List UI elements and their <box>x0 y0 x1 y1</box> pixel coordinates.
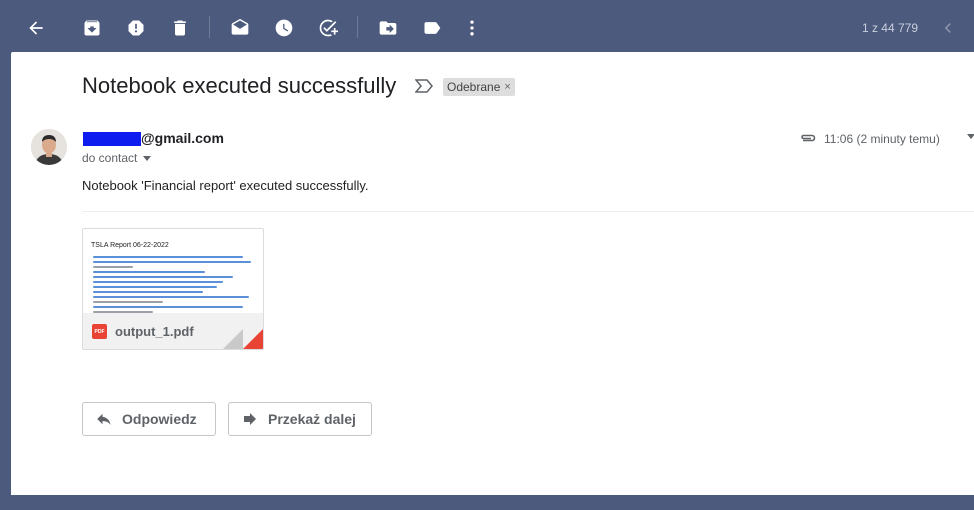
message-time: 11:06 (2 minuty temu) <box>824 132 940 146</box>
attachment-card[interactable]: TSLA Report 06-22-2022 PDF output_1.pdf <box>82 228 264 350</box>
toolbar-divider <box>209 16 210 38</box>
sender-avatar[interactable] <box>31 129 67 165</box>
reply-label: Odpowiedz <box>122 411 197 427</box>
recipient-line[interactable]: do contact <box>82 151 152 165</box>
preview-title: TSLA Report 06-22-2022 <box>91 242 169 249</box>
pagination-count: 1 z 44 779 <box>861 21 918 35</box>
message-view: Notebook executed successfully Odebrane … <box>11 52 974 495</box>
move-to-icon[interactable] <box>376 16 400 40</box>
page-fold-shadow <box>223 329 243 349</box>
attachment-filename: output_1.pdf <box>115 324 194 339</box>
sender-email[interactable]: @gmail.com <box>141 130 224 146</box>
attachment-preview: TSLA Report 06-22-2022 <box>83 229 263 313</box>
label-chip-text: Odebrane <box>447 80 501 94</box>
subject-title: Notebook executed successfully <box>82 73 397 98</box>
importance-marker-icon[interactable] <box>415 79 433 93</box>
reply-button[interactable]: Odpowiedz <box>82 402 216 436</box>
toolbar-divider <box>357 16 358 38</box>
message-more-icon[interactable] <box>967 134 974 139</box>
remove-label-button[interactable]: × <box>504 81 510 93</box>
attachment-footer: PDF output_1.pdf <box>83 313 263 349</box>
report-spam-icon[interactable] <box>124 16 148 40</box>
recipient-text: do contact <box>82 151 138 165</box>
newer-message-icon[interactable] <box>936 16 960 40</box>
label-chip-inbox: Odebrane × <box>443 78 515 96</box>
preview-lines <box>93 256 251 316</box>
forward-label: Przekaż dalej <box>268 411 356 427</box>
mark-unread-icon[interactable] <box>228 16 252 40</box>
page-fold-corner <box>243 329 263 349</box>
more-icon[interactable] <box>460 16 484 40</box>
forward-icon <box>244 413 256 425</box>
attachment-clip-icon <box>801 134 816 142</box>
pdf-icon: PDF <box>92 324 107 339</box>
attachment-divider <box>82 211 974 212</box>
labels-icon[interactable] <box>420 16 444 40</box>
message-toolbar: 1 z 44 779 <box>0 0 974 56</box>
archive-icon[interactable] <box>80 16 104 40</box>
sender-redaction <box>83 132 141 146</box>
reply-icon <box>97 413 111 425</box>
message-body: Notebook 'Financial report' executed suc… <box>82 178 369 193</box>
delete-icon[interactable] <box>168 16 192 40</box>
back-arrow-icon[interactable] <box>24 16 48 40</box>
add-to-tasks-icon[interactable] <box>316 16 340 40</box>
chevron-down-icon[interactable] <box>143 155 152 161</box>
snooze-icon[interactable] <box>272 16 296 40</box>
forward-button[interactable]: Przekaż dalej <box>228 402 372 436</box>
